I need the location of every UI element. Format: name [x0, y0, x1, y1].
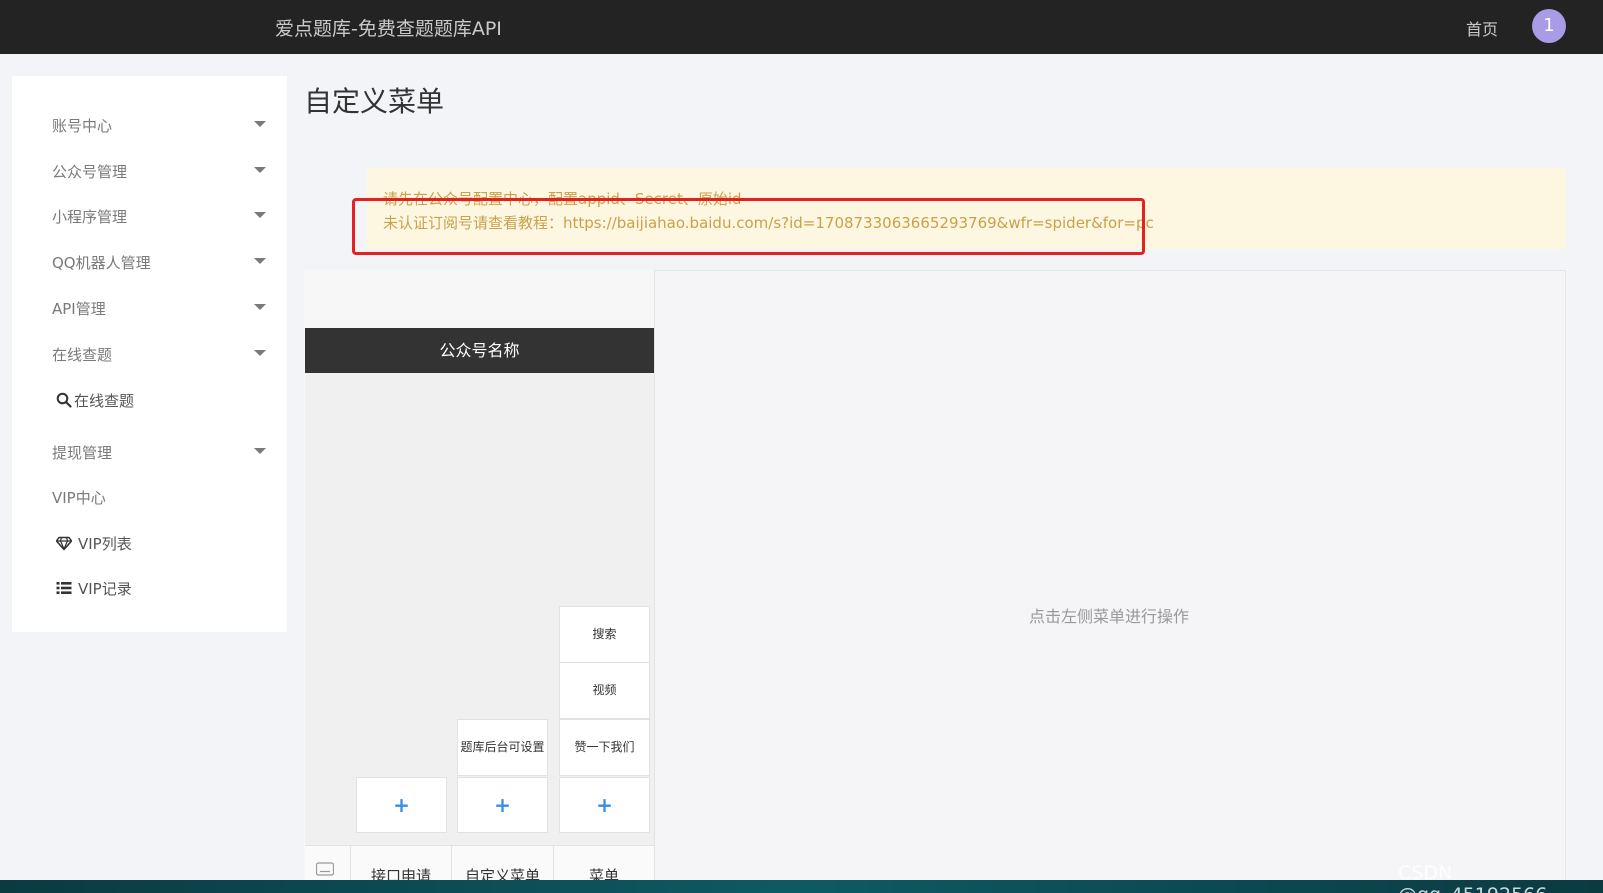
nav-home-link[interactable]: 首页: [1466, 16, 1498, 40]
highlight-annotation-box: [352, 198, 1145, 255]
submenu-item-like-us[interactable]: 赞一下我们: [559, 719, 650, 776]
taskbar-strip: [0, 880, 1603, 893]
sidebar-item-account-center[interactable]: 账号中心: [12, 106, 287, 146]
sidebar-item-label: 小程序管理: [52, 208, 128, 226]
watermark: CSDN @qq_45192566: [1398, 862, 1547, 893]
sidebar-item-label: 账号中心: [52, 117, 113, 135]
caret-down-icon: [254, 167, 266, 173]
sidebar-item-online-search[interactable]: 在线查题: [12, 335, 287, 375]
sidebar-item-withdraw[interactable]: 提现管理: [12, 433, 287, 473]
add-submenu-button[interactable]: +: [457, 777, 548, 833]
list-icon: [56, 582, 72, 594]
sidebar-subitem-online-search[interactable]: 在线查题: [12, 381, 287, 421]
editor-hint: 点击左侧菜单进行操作: [1029, 607, 1190, 626]
submenu-item-video[interactable]: 视频: [559, 662, 650, 719]
sidebar: 账号中心 公众号管理 小程序管理 QQ机器人管理 API管理 在线查题 在线查题…: [12, 76, 287, 632]
submenu-item-admin-configurable[interactable]: 题库后台可设置: [457, 719, 548, 776]
account-name-header: 公众号名称: [305, 328, 654, 373]
search-icon: [56, 392, 72, 408]
caret-up-icon: [254, 350, 266, 356]
page-title: 自定义菜单: [304, 85, 445, 118]
caret-down-icon: [254, 258, 266, 264]
avatar[interactable]: 1: [1532, 9, 1566, 43]
caret-down-icon: [254, 212, 266, 218]
sidebar-item-label: VIP列表: [78, 535, 132, 553]
top-bar: 爱点题库-免费查题题库API 首页 1: [0, 0, 1603, 54]
sidebar-item-label: 公众号管理: [52, 163, 128, 181]
sidebar-item-qq-bot[interactable]: QQ机器人管理: [12, 243, 287, 283]
keyboard-icon[interactable]: [316, 862, 334, 876]
sidebar-item-label: VIP记录: [78, 580, 132, 598]
sidebar-item-label: VIP中心: [52, 489, 106, 507]
caret-down-icon: [254, 304, 266, 310]
sidebar-item-label: QQ机器人管理: [52, 254, 151, 272]
sidebar-item-label: 在线查题: [52, 346, 113, 364]
sidebar-item-vip-center[interactable]: VIP中心: [12, 478, 287, 518]
sidebar-item-label: API管理: [52, 300, 106, 318]
sidebar-item-mini-program[interactable]: 小程序管理: [12, 197, 287, 237]
sidebar-item-label: 在线查题: [74, 392, 135, 410]
caret-down-icon: [254, 121, 266, 127]
sidebar-item-official-account[interactable]: 公众号管理: [12, 152, 287, 192]
submenu-item-search[interactable]: 搜索: [559, 606, 650, 663]
caret-down-icon: [254, 448, 266, 454]
add-submenu-button[interactable]: +: [559, 777, 650, 833]
add-submenu-button[interactable]: +: [356, 777, 447, 833]
sidebar-item-label: 提现管理: [52, 444, 113, 462]
sidebar-subitem-vip-list[interactable]: VIP列表: [12, 524, 287, 564]
diamond-icon: [56, 536, 72, 551]
sidebar-item-api[interactable]: API管理: [12, 289, 287, 329]
app-title: 爱点题库-免费查题题库API: [275, 18, 502, 40]
sidebar-subitem-vip-records[interactable]: VIP记录: [12, 569, 287, 609]
